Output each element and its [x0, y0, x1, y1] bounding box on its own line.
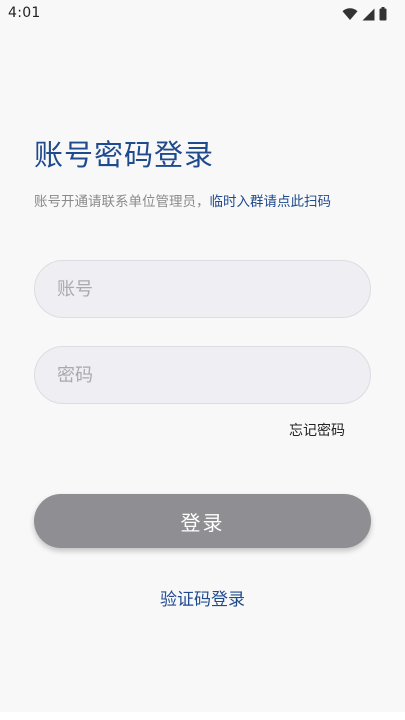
- login-button[interactable]: 登录: [34, 494, 371, 548]
- subtitle-text: 账号开通请联系单位管理员，: [34, 194, 210, 210]
- cellular-signal-icon: [362, 8, 375, 21]
- status-time: 4:01: [8, 5, 41, 21]
- password-input[interactable]: [34, 346, 371, 404]
- wifi-icon: [342, 7, 358, 21]
- forgot-password-link[interactable]: 忘记密码: [289, 420, 345, 440]
- page-title: 账号密码登录: [34, 138, 215, 172]
- subtitle: 账号开通请联系单位管理员，临时入群请点此扫码: [34, 190, 331, 210]
- battery-icon: [379, 7, 387, 21]
- sms-login-link[interactable]: 验证码登录: [0, 585, 405, 610]
- status-icons: [342, 7, 387, 21]
- status-bar: 4:01: [0, 0, 405, 28]
- scan-qr-link[interactable]: 临时入群请点此扫码: [210, 194, 332, 210]
- account-input[interactable]: [34, 260, 371, 318]
- bottom-bar: [0, 712, 405, 720]
